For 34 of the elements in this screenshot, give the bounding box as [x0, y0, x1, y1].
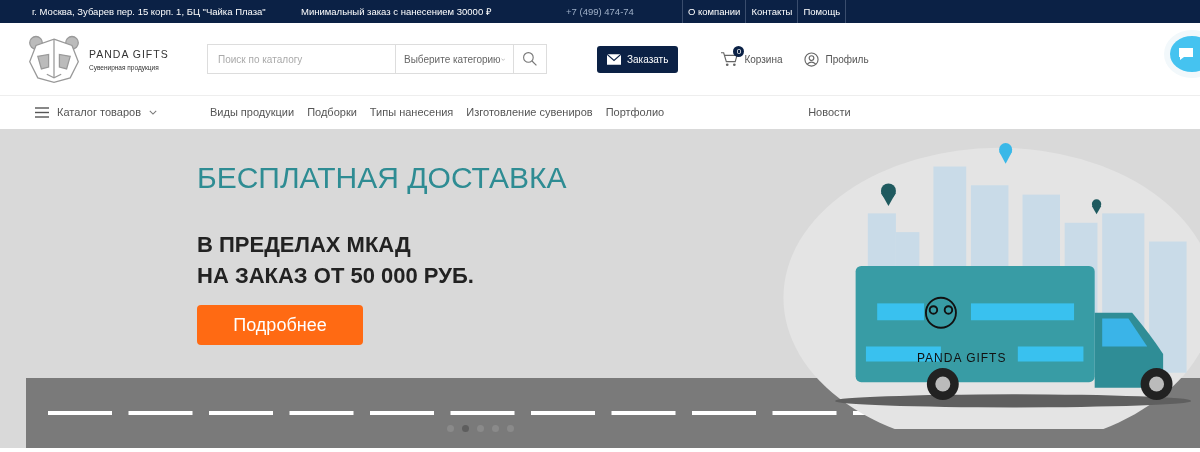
cart-link[interactable]: 0 Корзина — [718, 45, 785, 73]
nav-link[interactable]: Изготовление сувениров — [466, 106, 593, 118]
category-dropdown[interactable]: Выберите категорию — [395, 44, 513, 74]
user-icon — [804, 51, 820, 67]
logo-title: PANDA GIFTS — [89, 47, 169, 60]
nav-link[interactable]: Портфолио — [605, 106, 665, 118]
banner-title: БЕСПЛАТНАЯ ДОСТАВКА — [197, 161, 567, 195]
search-button[interactable] — [513, 44, 547, 74]
address-text: г. Москва, Зубарев пер. 15 корп. 1, БЦ "Чайка Плаза" — [32, 4, 267, 19]
nav-link[interactable]: Типы нанесения — [369, 106, 454, 118]
phone-link[interactable]: +7 (499) 474-74 — [566, 6, 682, 17]
search-field[interactable]: Поиск по каталогу — [207, 44, 395, 74]
nav-link[interactable]: Виды продукции — [210, 106, 295, 118]
order-button[interactable]: Заказать — [597, 45, 679, 73]
van-logo-text: PANDA GIFTS — [917, 351, 1007, 365]
profile-link[interactable]: Профиль — [802, 45, 871, 73]
panda-logo-icon[interactable] — [27, 34, 81, 84]
catalog-menu[interactable]: Каталог товаров — [35, 106, 202, 118]
slide-dot[interactable] — [462, 425, 469, 432]
chevron-down-icon — [500, 56, 505, 62]
cart-icon — [720, 51, 739, 67]
search-icon — [522, 51, 538, 67]
top-link[interactable]: Помощь — [798, 0, 847, 23]
top-link[interactable]: О компании — [683, 0, 747, 23]
chat-icon — [1178, 47, 1194, 61]
cart-count-badge: 0 — [733, 46, 745, 57]
nav-link[interactable]: Новости — [808, 106, 851, 118]
top-link[interactable]: Контакты — [746, 0, 799, 23]
menu-icon — [35, 106, 49, 118]
min-order-text: Минимальный заказ с нанесением 30000 ₽ — [301, 5, 493, 18]
chevron-down-icon — [149, 109, 157, 115]
banner-subtitle: В ПРЕДЕЛАХ МКАД НА ЗАКАЗ ОТ 50 000 РУБ. — [197, 231, 475, 290]
nav-link[interactable]: Подборки — [307, 106, 357, 118]
envelope-icon — [607, 53, 621, 65]
